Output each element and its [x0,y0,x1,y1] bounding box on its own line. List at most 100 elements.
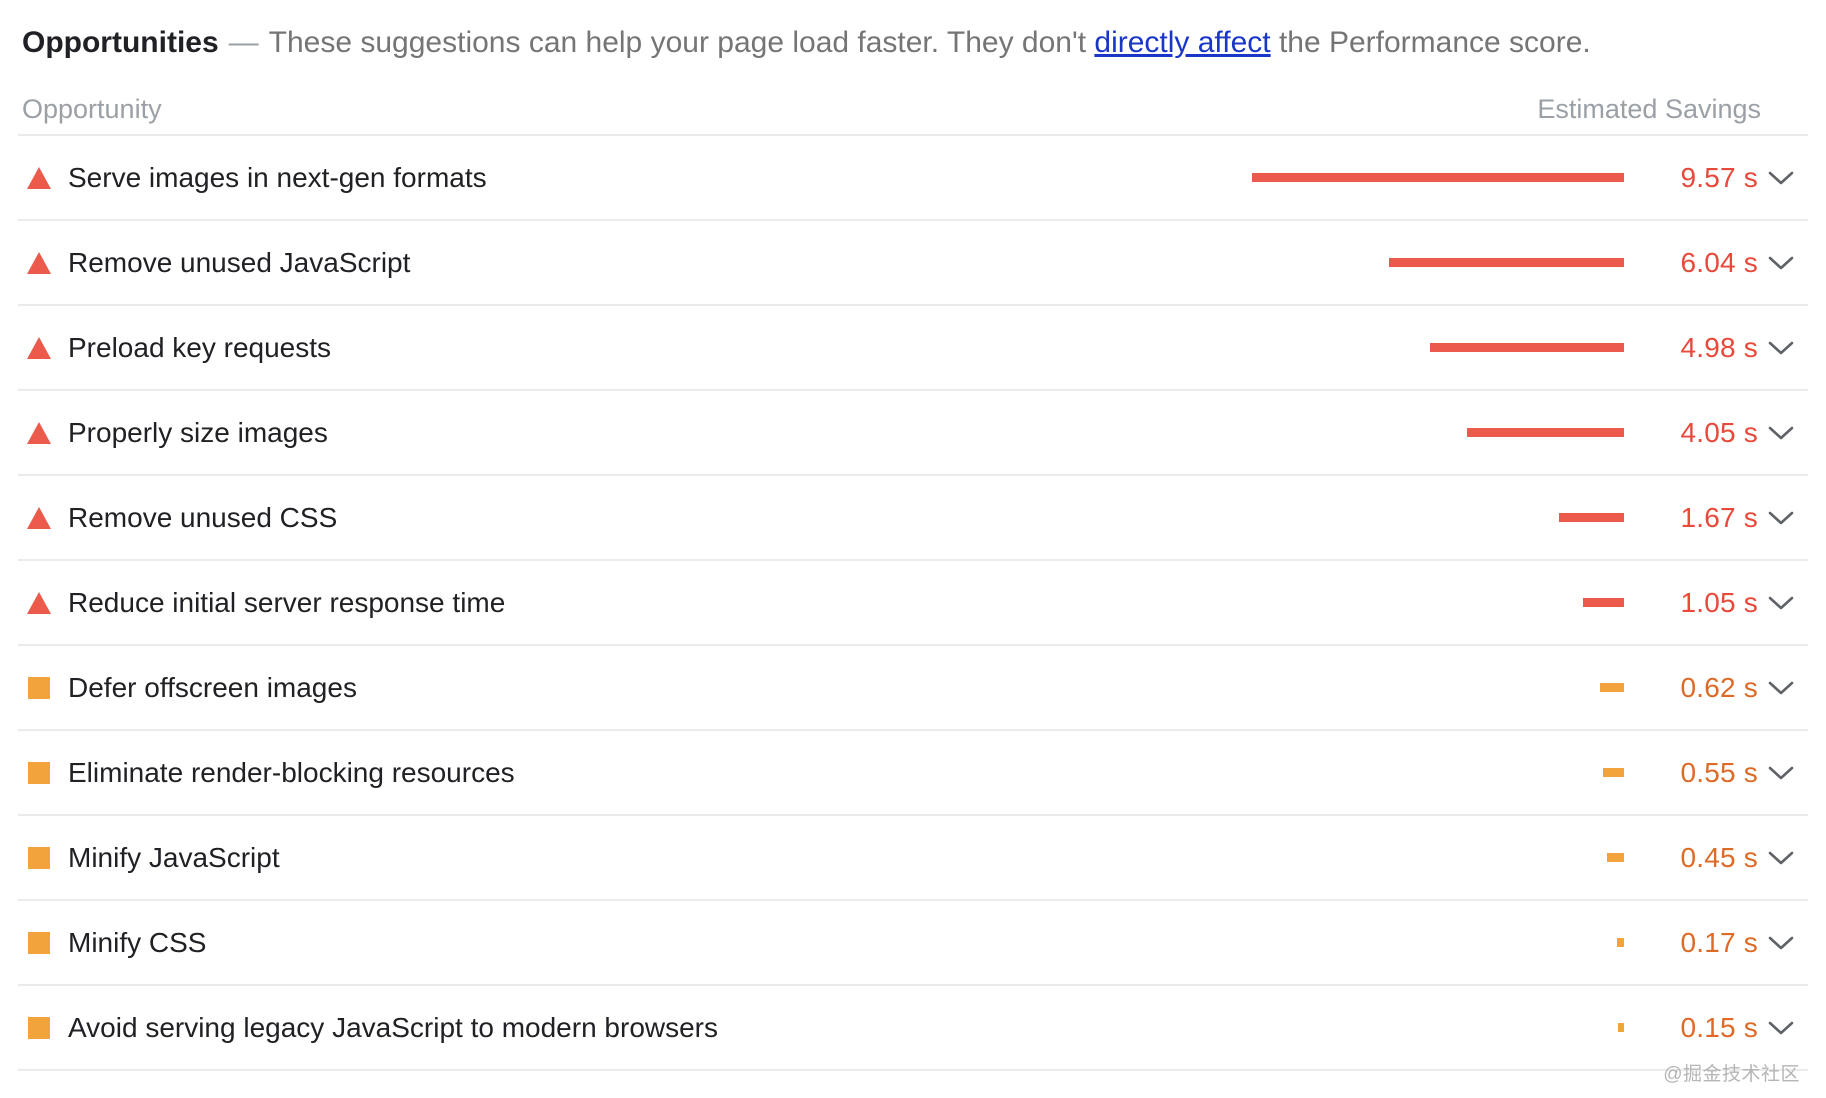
savings-meter: 1.67 s [1238,502,1758,534]
table-body: Serve images in next-gen formats 9.57 s Re… [18,136,1808,1071]
chevron-down-icon[interactable] [1758,595,1804,611]
savings-value: 4.05 s [1680,416,1758,448]
chevron-down-icon[interactable] [1758,255,1804,271]
table-row[interactable]: Remove unused JavaScript 6.04 s [18,221,1808,306]
savings-bar-track [1252,428,1624,437]
savings-value: 0.15 s [1680,1011,1758,1043]
savings-value: 1.05 s [1680,586,1758,618]
chevron-down-icon[interactable] [1758,935,1804,951]
table-row[interactable]: Eliminate render-blocking resources 0.55 … [18,731,1808,816]
header-description-before: These suggestions can help your page loa… [268,26,1087,59]
opportunity-label: Preload key requests [68,331,332,363]
table-row[interactable]: Properly size images 4.05 s [18,391,1808,476]
chevron-down-icon[interactable] [1758,170,1804,186]
savings-bar-fill [1617,938,1624,947]
header-dash: — [228,26,259,59]
triangle-warning-icon [22,251,56,275]
savings-value: 1.67 s [1680,501,1758,533]
header-description-after: the Performance score. [1278,26,1591,59]
chevron-down-icon[interactable] [1758,510,1804,526]
square-warning-icon [22,676,56,699]
savings-meter: 0.15 s [1238,1012,1758,1044]
chevron-down-icon[interactable] [1758,850,1804,866]
opportunity-label: Reduce initial server response time [68,586,506,618]
opportunity-label: Properly size images [68,416,328,448]
savings-value: 0.62 s [1680,671,1758,703]
savings-meter: 6.04 s [1238,247,1758,279]
savings-value: 0.17 s [1680,926,1758,958]
triangle-warning-icon [22,506,56,530]
savings-bar-fill [1559,513,1624,522]
opportunities-table: Opportunity Estimated Savings Serve imag… [18,84,1808,1071]
table-row[interactable]: Reduce initial server response time 1.05 … [18,561,1808,646]
savings-bar-track [1252,258,1624,267]
savings-bar-fill [1430,343,1624,352]
savings-meter: 4.98 s [1238,332,1758,364]
opportunity-label: Defer offscreen images [68,671,357,703]
savings-bar-fill [1583,598,1624,607]
triangle-warning-icon [22,166,56,190]
savings-meter: 4.05 s [1238,417,1758,449]
savings-meter: 0.62 s [1238,672,1758,704]
savings-value: 0.45 s [1680,841,1758,873]
opportunity-label: Eliminate render-blocking resources [68,756,515,788]
page-title: Opportunities [22,26,219,59]
savings-meter: 0.17 s [1238,927,1758,959]
opportunity-label: Minify CSS [68,926,207,958]
table-row[interactable]: Serve images in next-gen formats 9.57 s [18,136,1808,221]
savings-meter: 0.55 s [1238,757,1758,789]
square-warning-icon [22,931,56,954]
triangle-warning-icon [22,336,56,360]
opportunity-label: Remove unused CSS [68,501,338,533]
opportunities-header: Opportunities — These suggestions can he… [18,0,1808,60]
chevron-down-icon[interactable] [1758,680,1804,696]
savings-bar-track [1252,343,1624,352]
chevron-down-icon[interactable] [1758,1020,1804,1036]
directly-affect-link[interactable]: directly affect [1094,26,1270,60]
savings-bar-track [1252,683,1624,692]
table-row[interactable]: Remove unused CSS 1.67 s [18,476,1808,561]
savings-meter: 1.05 s [1238,587,1758,619]
column-header-estimated-savings: Estimated Savings [1537,94,1761,124]
savings-bar-fill [1252,173,1624,182]
savings-bar-fill [1466,428,1624,437]
savings-bar-track [1252,1023,1624,1032]
savings-value: 9.57 s [1680,161,1758,193]
square-warning-icon [22,846,56,869]
watermark: @掘金技术社区 [1663,1064,1800,1085]
table-row[interactable]: Defer offscreen images 0.62 s [18,646,1808,731]
table-row[interactable]: Minify JavaScript 0.45 s [18,816,1808,901]
table-row[interactable]: Minify CSS 0.17 s [18,901,1808,986]
savings-bar-track [1252,598,1624,607]
table-row[interactable]: Preload key requests 4.98 s [18,306,1808,391]
savings-bar-fill [1599,683,1624,692]
savings-bar-fill [1618,1023,1624,1032]
chevron-down-icon[interactable] [1758,340,1804,356]
savings-value: 4.98 s [1680,331,1758,363]
chevron-down-icon[interactable] [1758,765,1804,781]
triangle-warning-icon [22,591,56,615]
triangle-warning-icon [22,421,56,445]
table-row[interactable]: Avoid serving legacy JavaScript to moder… [18,986,1808,1071]
savings-bar-track [1252,938,1624,947]
opportunity-label: Avoid serving legacy JavaScript to moder… [68,1011,719,1043]
savings-bar-track [1252,768,1624,777]
savings-value: 6.04 s [1680,246,1758,278]
savings-meter: 0.45 s [1238,842,1758,874]
savings-bar-fill [1602,768,1624,777]
table-header-row: Opportunity Estimated Savings [18,84,1808,136]
opportunity-label: Serve images in next-gen formats [68,161,487,193]
square-warning-icon [22,761,56,784]
savings-bar-track [1252,513,1624,522]
opportunity-label: Minify JavaScript [68,841,280,873]
square-warning-icon [22,1016,56,1039]
savings-bar-track [1252,173,1624,182]
savings-bar-track [1252,853,1624,862]
chevron-down-icon[interactable] [1758,425,1804,441]
savings-meter: 9.57 s [1238,162,1758,194]
savings-bar-fill [1389,258,1624,267]
opportunity-label: Remove unused JavaScript [68,246,411,278]
savings-value: 0.55 s [1680,756,1758,788]
savings-bar-fill [1606,853,1624,862]
lighthouse-opportunities-report: Opportunities — These suggestions can he… [0,0,1826,1098]
